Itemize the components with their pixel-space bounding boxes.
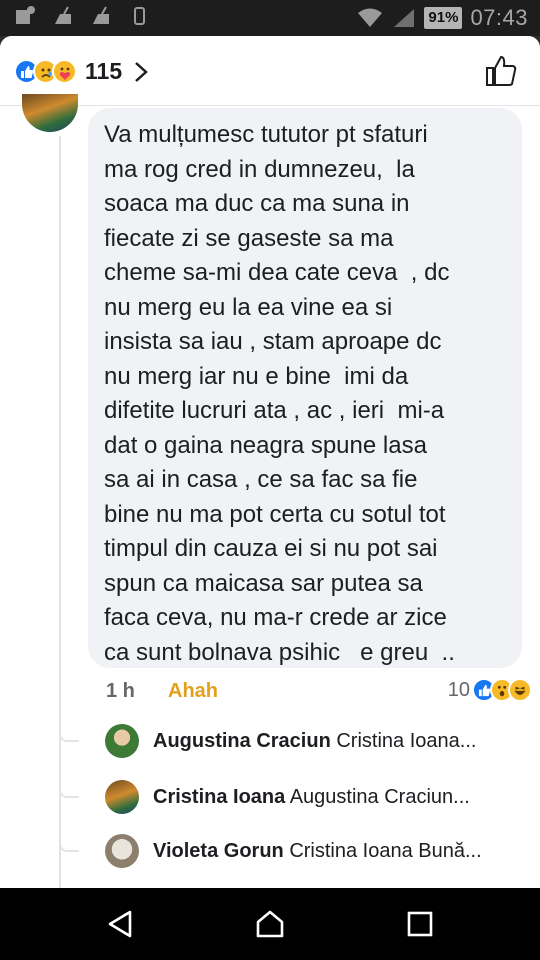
comments-sheet: 115 Va mulțumesc tututor pt sfaturi ma r… <box>0 36 540 888</box>
reactions-header: 115 <box>0 36 540 106</box>
comment-text: Va mulțumesc tututor pt sfaturi ma rog c… <box>104 121 455 666</box>
avatar[interactable] <box>105 724 139 758</box>
care-icon <box>52 59 77 84</box>
battery-indicator: 91% <box>424 7 463 29</box>
notification-icons <box>14 6 150 26</box>
status-bar: 91% 07:43 <box>0 0 540 36</box>
reactions-summary[interactable]: 115 <box>14 58 148 85</box>
comment-meta: 1 h Ahah 10 <box>106 676 532 708</box>
navigation-bar <box>0 888 540 960</box>
phone-screen: 91% 07:43 115 Va mulțumesc tututor pt sf… <box>0 0 540 960</box>
home-icon[interactable] <box>254 908 286 940</box>
thread-connector <box>59 834 79 852</box>
comment-reaction-count: 10 <box>447 678 470 701</box>
reply-preview: Augustina Craciun... <box>289 786 470 808</box>
back-icon[interactable] <box>104 908 136 940</box>
comment-time[interactable]: 1 h <box>106 680 135 703</box>
system-indicators: 91% 07:43 <box>356 5 528 31</box>
like-outline-icon[interactable] <box>484 54 518 88</box>
clock: 07:43 <box>470 5 528 30</box>
phone-icon <box>134 7 145 25</box>
app-notification-icon <box>16 6 35 24</box>
reply-author[interactable]: Violeta Gorun <box>153 840 284 862</box>
reply-author[interactable]: Augustina Craciun <box>153 730 331 752</box>
cleaner-icon <box>55 6 71 24</box>
reaction-count: 115 <box>85 58 123 84</box>
avatar[interactable] <box>105 780 139 814</box>
wifi-icon <box>358 8 383 27</box>
reply-item[interactable]: Augustina Craciun Cristina Ioana... <box>0 724 540 764</box>
commenter-avatar[interactable] <box>22 94 78 132</box>
chevron-right-icon <box>135 61 148 82</box>
cleaner-icon <box>93 6 109 24</box>
reply-preview: Cristina Ioana Bună... <box>289 840 482 862</box>
reply-preview: Cristina Ioana... <box>336 730 477 752</box>
comment-reactions[interactable]: 10 <box>447 678 532 702</box>
thread-connector <box>59 780 79 798</box>
reply-item[interactable]: Violeta Gorun Cristina Ioana Bună... <box>0 834 540 874</box>
signal-icon <box>394 9 415 27</box>
reply-line: Violeta Gorun Cristina Ioana Bună... <box>153 840 482 863</box>
recents-icon[interactable] <box>404 908 436 940</box>
reply-line: Cristina Ioana Augustina Craciun... <box>153 786 470 809</box>
avatar[interactable] <box>105 834 139 868</box>
haha-icon <box>508 678 532 702</box>
reply-item[interactable]: Cristina Ioana Augustina Craciun... <box>0 780 540 820</box>
reply-line: Augustina Craciun Cristina Ioana... <box>153 730 476 753</box>
reply-author[interactable]: Cristina Ioana <box>153 786 285 808</box>
reaction-button[interactable]: Ahah <box>168 680 218 703</box>
thread-connector <box>59 724 79 742</box>
thread-line <box>59 136 61 888</box>
